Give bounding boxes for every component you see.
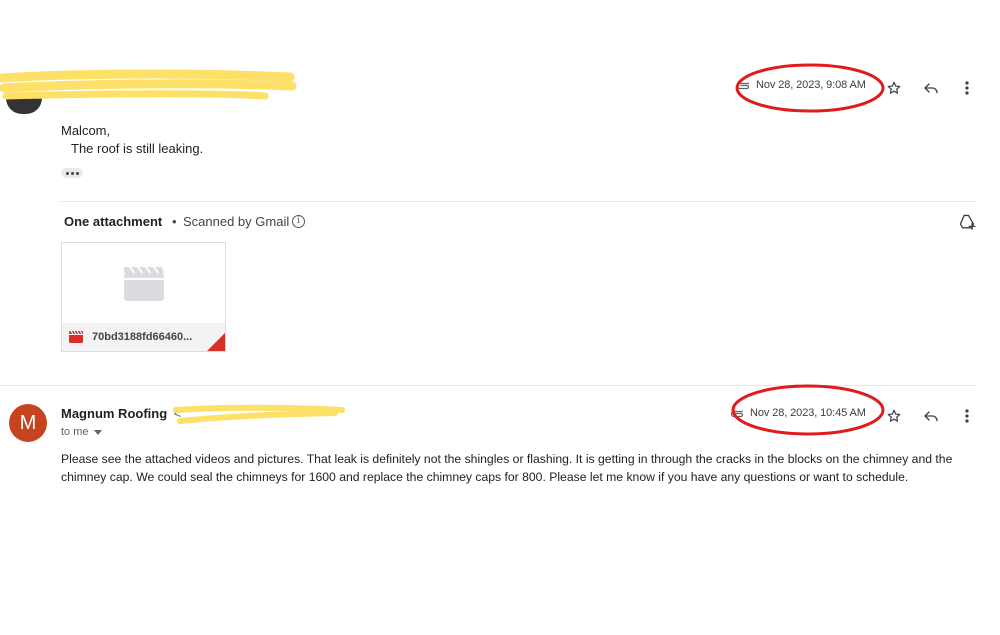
reply-icon	[924, 411, 938, 422]
reply-button[interactable]	[920, 77, 942, 99]
divider	[60, 201, 975, 202]
attachment-filename: 70bd3188fd66460...	[92, 331, 193, 343]
reply-button[interactable]	[920, 405, 942, 427]
message1-body: The roof is still leaking.	[71, 141, 204, 156]
recipient-label: to me	[61, 426, 89, 438]
sender-name-text: Magnum Roofing	[61, 406, 168, 421]
show-trimmed-content-button[interactable]	[61, 168, 83, 178]
star-icon	[887, 81, 901, 94]
star-button[interactable]	[883, 77, 905, 99]
redacted-sender-scribble	[0, 69, 297, 100]
separator-dot: •	[172, 214, 177, 229]
more-vert-icon	[965, 81, 969, 95]
attachment-thumbnail	[62, 243, 225, 323]
add-to-drive-button[interactable]	[956, 211, 978, 233]
more-options-button[interactable]	[956, 405, 978, 427]
attachment-footer: 70bd3188fd66460...	[62, 323, 225, 351]
more-vert-icon	[965, 409, 969, 423]
recipient-toggle[interactable]: to me	[61, 426, 102, 438]
attachment-card[interactable]: 70bd3188fd66460...	[61, 242, 226, 352]
sender-avatar[interactable]: M	[9, 404, 47, 442]
redacted-email-scribble	[173, 404, 345, 424]
highlight-circle	[735, 63, 885, 113]
scanned-label: Scanned by Gmail	[183, 214, 290, 229]
add-to-drive-icon	[959, 214, 976, 230]
chevron-down-icon	[93, 429, 102, 435]
attachment-count: One attachment	[64, 214, 163, 229]
info-icon[interactable]: i	[292, 215, 305, 228]
video-file-icon	[69, 331, 83, 343]
star-button[interactable]	[883, 405, 905, 427]
star-icon	[887, 409, 901, 422]
message1-greeting: Malcom,	[61, 123, 111, 138]
more-options-button[interactable]	[956, 77, 978, 99]
file-corner	[207, 333, 225, 351]
sender-name: Magnum Roofing <	[61, 406, 181, 421]
highlight-circle	[731, 384, 885, 436]
message2-body: Please see the attached videos and pictu…	[61, 452, 953, 484]
video-placeholder-icon	[123, 266, 164, 301]
reply-icon	[924, 83, 938, 94]
